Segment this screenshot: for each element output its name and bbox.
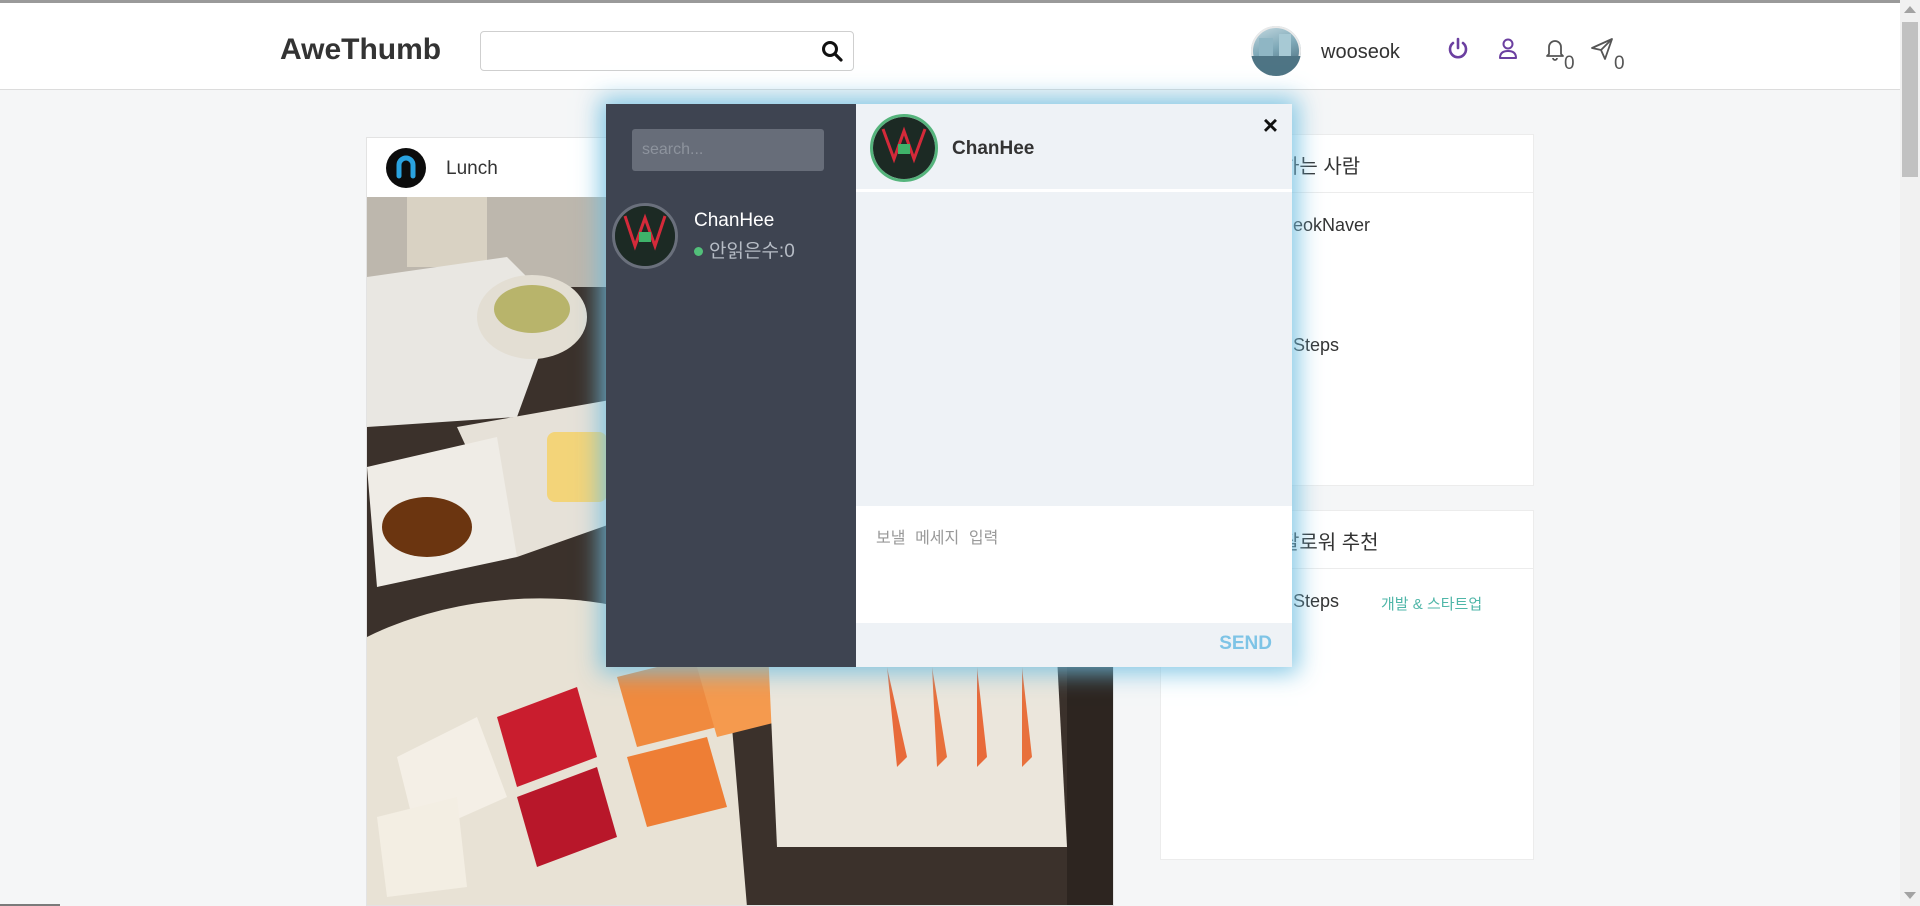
chat-partner-avatar — [870, 114, 938, 182]
scroll-thumb[interactable] — [1902, 22, 1918, 177]
user-avatar[interactable] — [1251, 26, 1301, 76]
card-title: 팔로워 추천 — [1281, 532, 1379, 554]
chat-modal: ChanHee 안읽은수:0 ChanHee × SEND — [606, 104, 1292, 667]
contact-status: 안읽은수:0 — [694, 236, 795, 263]
scroll-down-arrow-icon[interactable] — [1904, 892, 1916, 899]
notification-count: 0 — [1564, 53, 1575, 74]
contact-name: ChanHee — [694, 210, 775, 231]
scroll-up-arrow-icon[interactable] — [1904, 6, 1916, 13]
power-icon[interactable] — [1447, 37, 1469, 66]
chat-message-area — [856, 192, 1292, 506]
header-search — [480, 31, 854, 71]
recommend-item[interactable]: Steps — [1293, 591, 1339, 612]
top-navigation-bar: AweThumb wooseok 0 0 — [0, 0, 1900, 90]
online-status-dot — [694, 247, 703, 257]
following-item[interactable]: eokNaver — [1293, 215, 1370, 236]
search-icon[interactable] — [821, 40, 843, 67]
message-count: 0 — [1614, 53, 1625, 74]
post-author-avatar[interactable] — [386, 148, 426, 188]
username-label[interactable]: wooseok — [1321, 41, 1400, 64]
search-input[interactable] — [481, 32, 821, 70]
card-title: 하는 사람 — [1281, 156, 1361, 178]
chat-footer: SEND — [856, 623, 1292, 667]
contact-avatar — [612, 203, 678, 269]
send-button[interactable]: SEND — [1219, 633, 1272, 655]
chat-header: ChanHee × — [856, 104, 1292, 192]
send-message-icon[interactable] — [1590, 37, 1614, 66]
chat-partner-name: ChanHee — [952, 138, 1035, 159]
chat-contact-panel: ChanHee 안읽은수:0 — [606, 104, 856, 667]
user-icon[interactable] — [1497, 37, 1519, 66]
bell-icon[interactable] — [1544, 37, 1566, 66]
brand-logo[interactable]: AweThumb — [280, 33, 441, 67]
chat-conversation-panel: ChanHee × SEND — [856, 104, 1292, 667]
page-scrollbar[interactable] — [1900, 0, 1920, 906]
close-icon[interactable]: × — [1263, 110, 1278, 141]
recommend-tag[interactable]: 개발 & 스타트업 — [1381, 593, 1482, 614]
following-item[interactable]: Steps — [1293, 335, 1339, 356]
chat-message-input[interactable] — [856, 506, 1292, 623]
chat-contact-item[interactable]: ChanHee 안읽은수:0 — [612, 203, 852, 277]
unread-count: 안읽은수:0 — [709, 241, 795, 262]
post-title[interactable]: Lunch — [446, 158, 498, 180]
chat-search-input[interactable] — [632, 129, 824, 171]
